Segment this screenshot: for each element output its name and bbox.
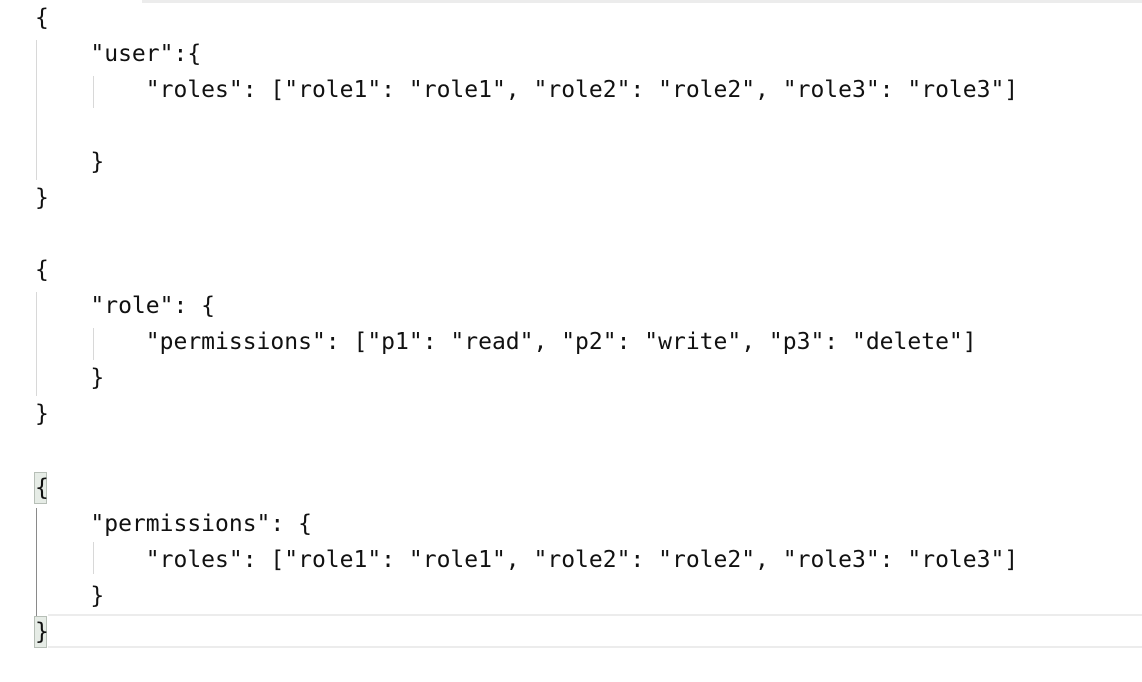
code-line[interactable]: "user":{ bbox=[35, 36, 201, 72]
code-line[interactable]: "roles": ["role1": "role1", "role2": "ro… bbox=[35, 72, 1018, 108]
code-line[interactable]: "role": { bbox=[35, 288, 215, 324]
editor-top-border bbox=[142, 0, 1142, 3]
code-line[interactable]: } bbox=[35, 360, 104, 396]
code-line[interactable]: } bbox=[35, 578, 104, 614]
code-line[interactable]: } bbox=[35, 144, 104, 180]
code-line[interactable]: } bbox=[35, 396, 49, 432]
code-line[interactable]: "permissions": ["p1": "read", "p2": "wri… bbox=[35, 324, 977, 360]
code-line[interactable]: } bbox=[35, 180, 49, 216]
code-line[interactable]: "roles": ["role1": "role1", "role2": "ro… bbox=[35, 542, 1018, 578]
code-editor[interactable]: { "user":{ "roles": ["role1": "role1", "… bbox=[0, 0, 1142, 682]
code-line[interactable]: { bbox=[35, 470, 49, 506]
code-line-current[interactable]: } bbox=[35, 614, 49, 650]
current-line-highlight bbox=[48, 614, 1142, 648]
code-line[interactable]: { bbox=[35, 252, 49, 288]
code-line[interactable]: { bbox=[35, 0, 49, 36]
code-line[interactable]: "permissions": { bbox=[35, 506, 312, 542]
